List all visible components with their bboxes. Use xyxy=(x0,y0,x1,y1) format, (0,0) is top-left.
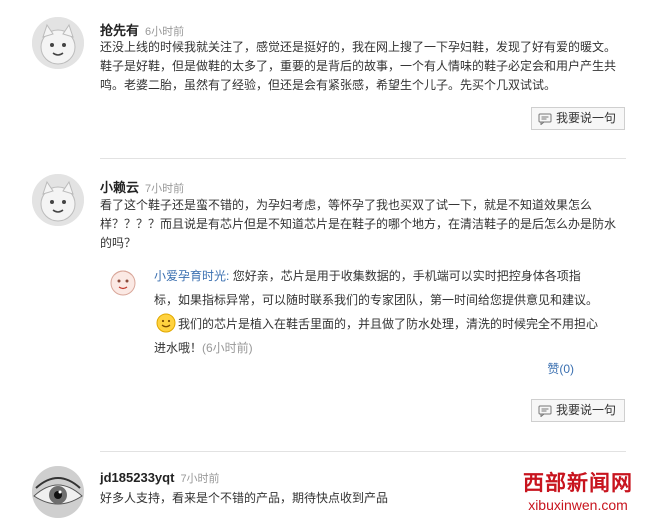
comment-username[interactable]: 小赖云 xyxy=(100,180,139,195)
comment-username[interactable]: jd185233yqt xyxy=(100,470,174,485)
cartoon-face-icon[interactable] xyxy=(32,174,84,226)
like-button[interactable]: 赞(0) xyxy=(547,360,574,377)
divider xyxy=(100,158,626,159)
cartoon-face-icon[interactable] xyxy=(32,17,84,69)
comment-text: 看了这个鞋子还是蛮不错的，为孕妇考虑，等怀孕了我也买双了试一下，就是不知道效果怎… xyxy=(100,198,617,250)
watermark-cn: 西部新闻网 xyxy=(523,470,633,495)
reply-button-label: 我要说一句 xyxy=(555,111,616,125)
reply-button[interactable]: 我要说一句 xyxy=(530,107,625,130)
smiley-emoji-icon xyxy=(156,313,176,333)
sub-reply-text: 小爱孕育时光: 您好亲，芯片是用于收集数据的，手机端可以实时把控身体各项指标，如… xyxy=(154,264,600,360)
sub-reply-time: (6小时前) xyxy=(202,341,253,355)
speech-bubble-icon xyxy=(538,113,552,125)
site-watermark: 西部新闻网 xibuxinwen.com xyxy=(513,470,643,520)
watermark-en: xibuxinwen.com xyxy=(528,497,628,513)
brand-logo-icon[interactable] xyxy=(108,267,138,297)
comment-time: 6小时前 xyxy=(145,26,185,38)
comment-username[interactable]: 抢先有 xyxy=(100,23,139,38)
comment-text: 还没上线的时候我就关注了，感觉还是挺好的，我在网上搜了一下孕妇鞋，发现了好有爱的… xyxy=(100,40,617,92)
sub-reply-username[interactable]: 小爱孕育时光: xyxy=(154,269,229,283)
reply-button-label: 我要说一句 xyxy=(555,403,616,417)
comment-time: 7小时前 xyxy=(180,473,220,485)
comment-item: 小赖云 7小时前 看了这个鞋子还是蛮不错的，为孕妇考虑，等怀孕了我也买双了试一下，… xyxy=(0,160,646,452)
reply-button[interactable]: 我要说一句 xyxy=(530,399,625,422)
comment-time: 7小时前 xyxy=(145,183,185,195)
sub-reply: 小爱孕育时光: 您好亲，芯片是用于收集数据的，手机端可以实时把控身体各项指标，如… xyxy=(108,267,608,377)
comment-item: 抢先有 6小时前 还没上线的时候我就关注了，感觉还是挺好的，我在网上搜了一下孕妇鞋… xyxy=(0,0,646,160)
speech-bubble-icon xyxy=(538,405,552,417)
eye-photo-icon[interactable] xyxy=(32,466,84,518)
